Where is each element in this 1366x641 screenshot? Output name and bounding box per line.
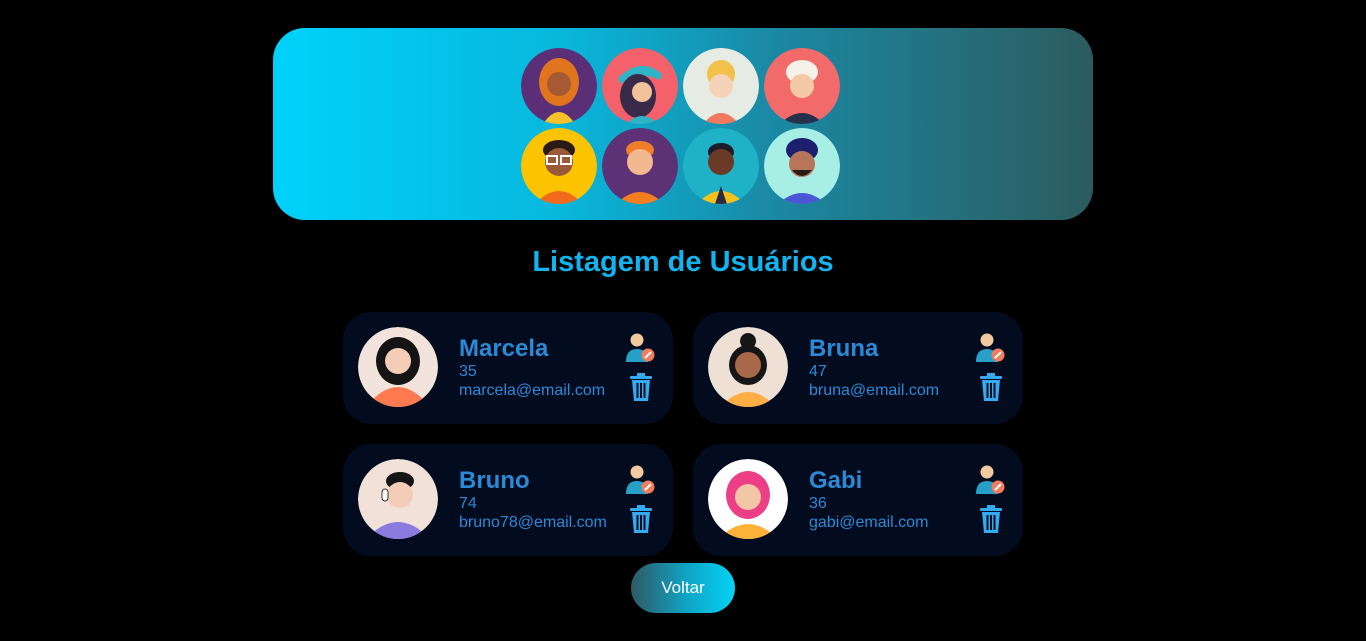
user-name: Gabi (809, 467, 863, 494)
woman-cap-avatar (602, 48, 678, 124)
user-name: Bruno (459, 467, 530, 494)
user-email: marcela@email.com (459, 382, 606, 399)
user-card: Gabi 36 gabi@email.com (693, 444, 1023, 556)
user-age: 35 (459, 363, 477, 380)
trash-icon[interactable] (979, 372, 1003, 402)
trash-icon[interactable] (629, 504, 653, 534)
user-card: Bruno 74 bruno78@email.com (343, 444, 673, 556)
user-name: Bruna (809, 335, 879, 362)
user-age: 47 (809, 363, 827, 380)
user-card: Marcela 35 marcela@email.com (343, 312, 673, 424)
edit-user-icon[interactable] (975, 464, 1005, 496)
man-glasses-avatar (521, 128, 597, 204)
back-button[interactable]: Voltar (631, 563, 735, 613)
edit-user-icon[interactable] (625, 332, 655, 364)
man-hoodie-avatar (683, 128, 759, 204)
man-headphones-avatar (358, 459, 438, 539)
user-name: Marcela (459, 335, 549, 362)
woman-bun-avatar (708, 327, 788, 407)
woman-curly-hair-avatar (521, 48, 597, 124)
user-email: bruno78@email.com (459, 514, 607, 531)
user-card: Bruna 47 bruna@email.com (693, 312, 1023, 424)
man-ginger-avatar (602, 128, 678, 204)
page-title: Listagem de Usuários (532, 246, 834, 278)
edit-user-icon[interactable] (975, 332, 1005, 364)
user-age: 74 (459, 495, 477, 512)
man-white-hair-avatar (764, 48, 840, 124)
trash-icon[interactable] (979, 504, 1003, 534)
user-email: bruna@email.com (809, 382, 940, 399)
edit-user-icon[interactable] (625, 464, 655, 496)
man-curly-beard-avatar (764, 128, 840, 204)
user-age: 36 (809, 495, 827, 512)
avatar-collage (521, 46, 843, 206)
woman-blonde-ponytail-avatar (683, 48, 759, 124)
user-email: gabi@email.com (809, 514, 929, 531)
woman-dark-hair-avatar (358, 327, 438, 407)
trash-icon[interactable] (629, 372, 653, 402)
woman-pink-hair-avatar (708, 459, 788, 539)
